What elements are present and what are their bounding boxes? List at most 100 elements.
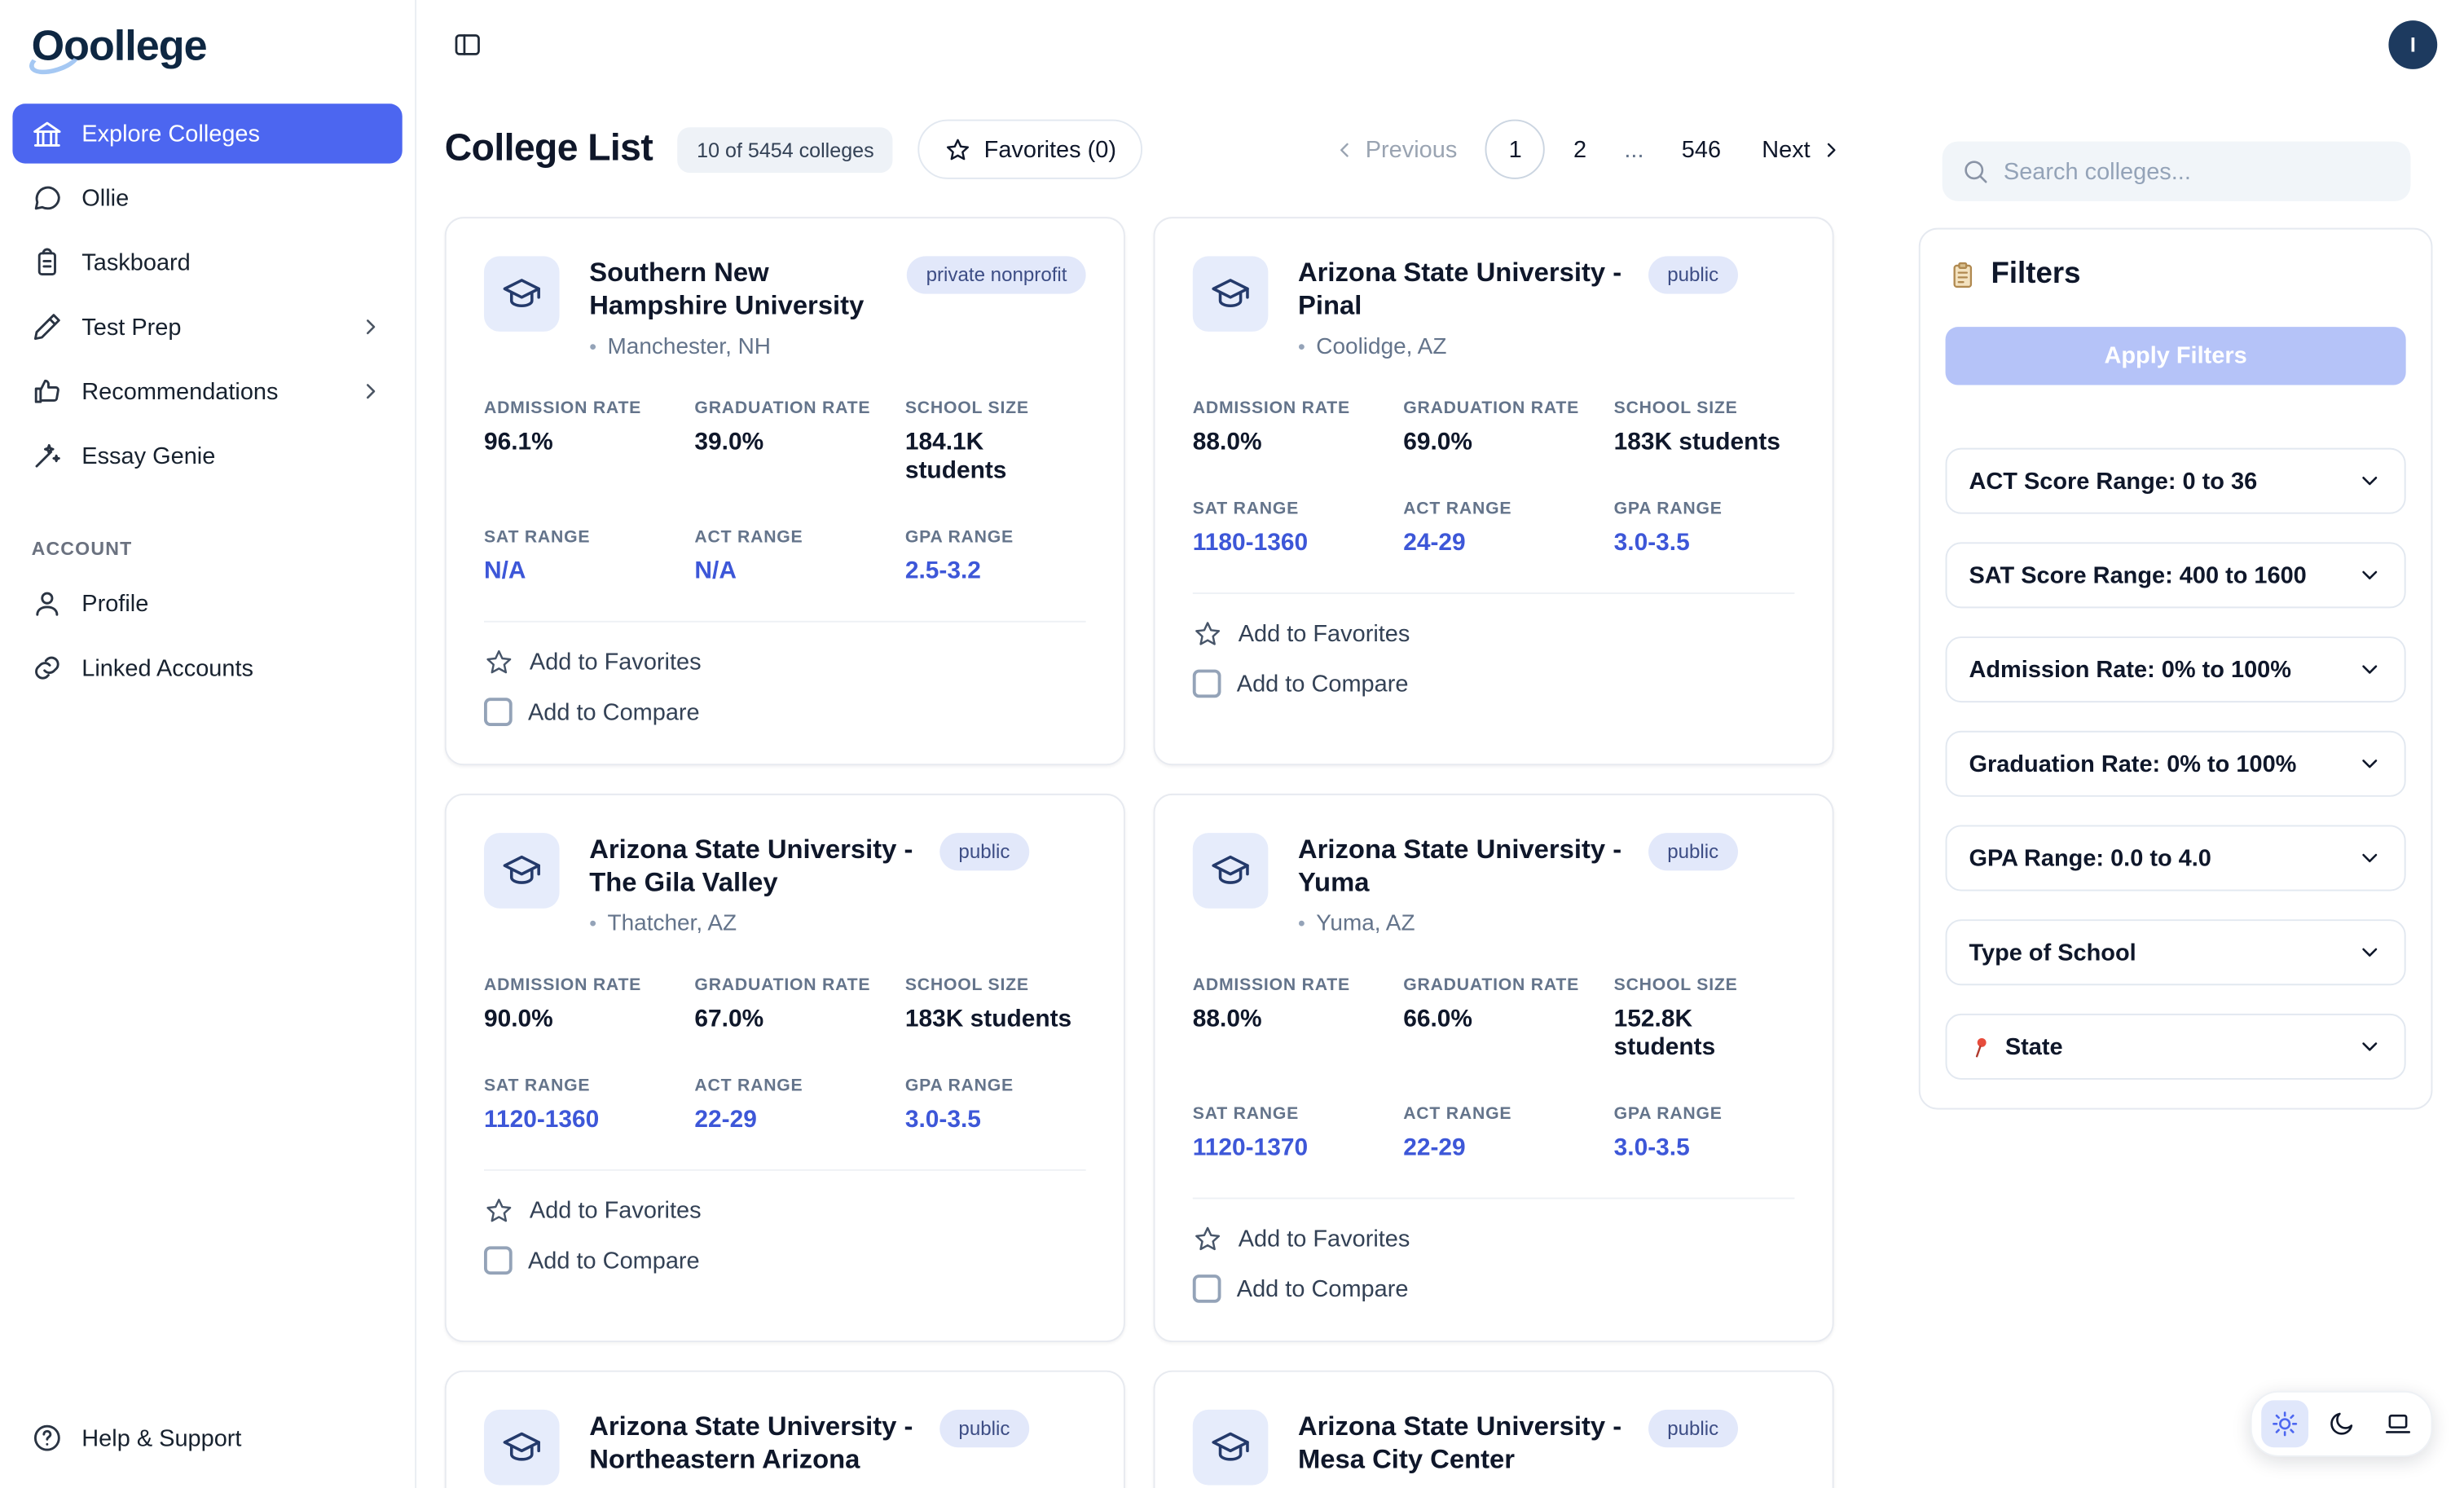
favorites-button[interactable]: Favorites (0)	[918, 120, 1143, 179]
add-to-favorites-button[interactable]: Add to Favorites	[484, 1196, 1086, 1226]
stat-graduation-rate: GRADUATION RATE 67.0%	[694, 974, 904, 1034]
card-header: Southern New Hampshire University privat…	[484, 256, 1086, 359]
college-card: Arizona State University - Yuma public •…	[1154, 794, 1834, 1342]
star-icon	[484, 648, 514, 678]
pagination: Previous 1 2 ... 546 Next	[1332, 120, 1843, 179]
link-icon	[32, 652, 64, 684]
stat-admission-rate: ADMISSION RATE 88.0%	[1193, 397, 1403, 457]
college-name[interactable]: Arizona State University - The Gila Vall…	[589, 833, 927, 900]
school-type-badge: public	[939, 1410, 1028, 1447]
chevron-down-icon	[2357, 751, 2383, 777]
school-type-badge: public	[939, 833, 1028, 870]
search-box[interactable]	[1943, 142, 2411, 201]
sidebar-item-recommendations[interactable]: Recommendations	[12, 362, 402, 421]
account-section-label: ACCOUNT	[32, 538, 384, 560]
sidebar-item-test-prep[interactable]: Test Prep	[12, 297, 402, 356]
sidebar-item-explore-colleges[interactable]: Explore Colleges	[12, 103, 402, 163]
sidebar-item-help-support[interactable]: Help & Support	[12, 1408, 402, 1468]
college-stats: ADMISSION RATE 96.1% GRADUATION RATE 39.…	[484, 397, 1086, 587]
system-theme-button[interactable]	[2374, 1400, 2422, 1447]
add-to-compare-control[interactable]: Add to Compare	[1193, 670, 1795, 698]
next-page-button[interactable]: Next	[1762, 136, 1843, 163]
sidebar: Ooollege Explore Colleges Ollie Taskboar…	[0, 0, 416, 1488]
college-name[interactable]: Arizona State University - Yuma	[1298, 833, 1636, 900]
filter-dropdown[interactable]: ACT Score Range: 0 to 36	[1946, 448, 2406, 514]
college-name[interactable]: Arizona State University - Northeastern …	[589, 1410, 927, 1477]
stat-admission-rate: ADMISSION RATE 96.1%	[484, 397, 694, 486]
app-root: Ooollege Explore Colleges Ollie Taskboar…	[0, 0, 2464, 1488]
sidebar-item-ollie[interactable]: Ollie	[12, 168, 402, 227]
college-name[interactable]: Southern New Hampshire University	[589, 256, 895, 323]
light-theme-button[interactable]	[2261, 1400, 2308, 1447]
compare-checkbox[interactable]	[1193, 670, 1221, 698]
filter-dropdown[interactable]: Graduation Rate: 0% to 100%	[1946, 731, 2406, 797]
stat-admission-rate: ADMISSION RATE 88.0%	[1193, 974, 1403, 1063]
pin-icon	[1969, 1035, 1992, 1059]
filter-dropdown[interactable]: State	[1946, 1014, 2406, 1080]
add-to-favorites-button[interactable]: Add to Favorites	[1193, 619, 1795, 649]
card-header: Arizona State University - Pinal public …	[1193, 256, 1795, 359]
card-headings: Southern New Hampshire University privat…	[589, 256, 1085, 359]
previous-page-button[interactable]: Previous	[1332, 136, 1457, 163]
card-actions: Add to Favorites Add to Compare	[484, 1169, 1086, 1274]
sidebar-item-linked-accounts[interactable]: Linked Accounts	[12, 638, 402, 698]
stat-sat-range: SAT RANGE N/A	[484, 526, 694, 587]
sidebar-item-taskboard[interactable]: Taskboard	[12, 232, 402, 292]
college-name[interactable]: Arizona State University - Pinal	[1298, 256, 1636, 323]
college-card: Arizona State University - Mesa City Cen…	[1154, 1371, 1834, 1488]
add-to-favorites-button[interactable]: Add to Favorites	[1193, 1225, 1795, 1255]
chevron-down-icon	[2357, 940, 2383, 965]
stat-sat-range: SAT RANGE 1120-1360	[484, 1075, 694, 1135]
add-to-compare-control[interactable]: Add to Compare	[484, 698, 1086, 726]
star-icon	[944, 136, 971, 163]
page-button-1[interactable]: 1	[1485, 120, 1545, 179]
clipboard-icon	[1948, 261, 1977, 289]
compare-checkbox[interactable]	[484, 1247, 513, 1275]
location-dot: •	[1298, 912, 1305, 936]
stat-gpa-range: GPA RANGE 3.0-3.5	[905, 1075, 1086, 1135]
chevron-down-icon	[2357, 562, 2383, 588]
graduation-cap-icon	[484, 833, 560, 909]
graduation-cap-icon	[1193, 1410, 1269, 1486]
pagination-ellipsis: ...	[1615, 136, 1653, 163]
card-headings: Arizona State University - Northeastern …	[589, 1410, 1085, 1488]
chevron-down-icon	[2357, 846, 2383, 871]
filter-dropdown[interactable]: SAT Score Range: 400 to 1600	[1946, 542, 2406, 608]
main-area: I College List 10 of 5454 colleges Favor…	[416, 0, 2464, 1488]
add-to-compare-label: Add to Compare	[528, 698, 700, 725]
stat-school-size: SCHOOL SIZE 152.8K students	[1614, 974, 1795, 1063]
filter-dropdown[interactable]: GPA Range: 0.0 to 4.0	[1946, 825, 2406, 891]
card-actions: Add to Favorites Add to Compare	[1193, 1198, 1795, 1303]
location-dot: •	[589, 912, 596, 936]
add-to-compare-control[interactable]: Add to Compare	[484, 1247, 1086, 1275]
college-card: Arizona State University - The Gila Vall…	[445, 794, 1125, 1342]
college-name[interactable]: Arizona State University - Mesa City Cen…	[1298, 1410, 1636, 1477]
logo-text: Ooollege	[32, 22, 207, 69]
stat-school-size: SCHOOL SIZE 183K students	[1614, 397, 1795, 457]
page-button-2[interactable]: 2	[1561, 136, 1599, 163]
account-nav: Profile Linked Accounts	[0, 569, 415, 702]
sidebar-item-label: Linked Accounts	[81, 654, 253, 681]
compare-checkbox[interactable]	[484, 698, 513, 726]
filter-dropdown[interactable]: Type of School	[1946, 919, 2406, 985]
sidebar-toggle-button[interactable]	[452, 29, 482, 59]
search-input[interactable]	[2004, 158, 2391, 185]
stat-act-range: ACT RANGE N/A	[694, 526, 904, 587]
sidebar-item-profile[interactable]: Profile	[12, 574, 402, 633]
add-to-favorites-button[interactable]: Add to Favorites	[484, 648, 1086, 678]
page-button-last[interactable]: 546	[1669, 136, 1733, 163]
sidebar-item-label: Essay Genie	[81, 442, 215, 469]
graduation-cap-icon	[1193, 833, 1269, 909]
sidebar-item-essay-genie[interactable]: Essay Genie	[12, 426, 402, 486]
college-location: • Yuma, AZ	[1298, 911, 1794, 936]
apply-filters-button[interactable]: Apply Filters	[1946, 327, 2406, 385]
add-to-compare-label: Add to Compare	[1237, 671, 1409, 698]
sidebar-item-label: Ollie	[81, 185, 129, 212]
compare-checkbox[interactable]	[1193, 1274, 1221, 1303]
user-avatar[interactable]: I	[2388, 20, 2437, 68]
chevron-left-icon	[1332, 138, 1356, 161]
dark-theme-button[interactable]	[2318, 1400, 2365, 1447]
add-to-compare-control[interactable]: Add to Compare	[1193, 1274, 1795, 1303]
logo[interactable]: Ooollege	[0, 0, 415, 86]
filter-dropdown[interactable]: Admission Rate: 0% to 100%	[1946, 636, 2406, 702]
